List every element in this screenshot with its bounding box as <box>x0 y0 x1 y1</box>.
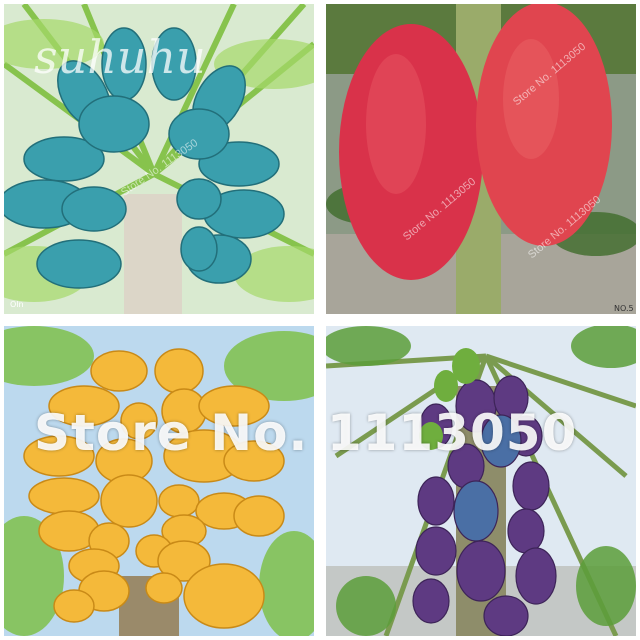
photo-blue-papaya: suhuhu Store No. 1113050 Oln <box>4 4 314 314</box>
purple-papaya-illustration <box>326 326 636 636</box>
corner-label: Oln <box>10 300 24 309</box>
photo-purple-papaya <box>326 326 636 636</box>
photo-yellow-papaya <box>4 326 314 636</box>
photo-red-papaya: Store No. 1113050 Store No. 1113050 Stor… <box>326 4 636 314</box>
yellow-papaya-illustration <box>4 326 314 636</box>
corner-label: NO.5 <box>614 304 634 313</box>
store-watermark: Store No. 1113050 <box>34 404 578 462</box>
red-papaya-illustration <box>326 4 636 314</box>
photo-collage: suhuhu Store No. 1113050 Oln Store No. 1… <box>0 0 640 640</box>
script-watermark: suhuhu <box>34 30 206 84</box>
